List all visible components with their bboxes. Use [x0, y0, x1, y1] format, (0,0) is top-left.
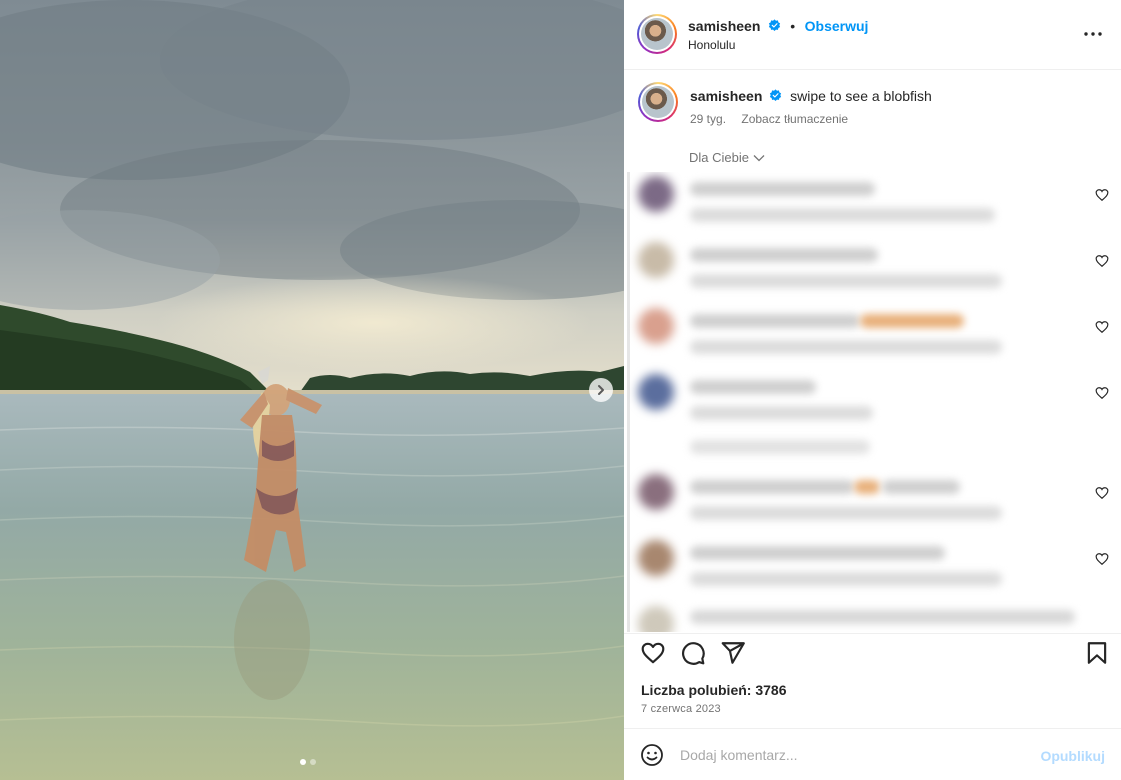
blurred-comment-text: [690, 248, 878, 262]
blurred-comment-meta: [690, 340, 1002, 354]
follow-button[interactable]: Obserwuj: [805, 18, 869, 34]
blurred-emoji: [854, 480, 880, 494]
comment-like-icon[interactable]: [1095, 486, 1109, 500]
carousel-dot: [310, 759, 316, 765]
blurred-comment-meta: [690, 274, 1002, 288]
add-comment-bar: Opublikuj: [624, 728, 1121, 780]
blurred-comment-text: [690, 182, 875, 196]
blurred-comment-text: [690, 314, 860, 328]
chevron-right-icon: [598, 385, 604, 395]
comment-like-icon[interactable]: [1095, 254, 1109, 268]
blurred-view-replies[interactable]: [690, 440, 870, 454]
verified-badge-icon: [768, 19, 780, 32]
comment-like-icon[interactable]: [1095, 386, 1109, 400]
post-side-panel: samisheen • Obserwuj Honolulu samisheen: [624, 0, 1121, 780]
heart-icon[interactable]: [640, 640, 666, 666]
comment-like-icon[interactable]: [1095, 188, 1109, 202]
caption-username[interactable]: samisheen: [690, 88, 762, 104]
carousel-dot-active: [300, 759, 306, 765]
caption-avatar[interactable]: [638, 82, 678, 122]
comment-like-icon[interactable]: [1095, 320, 1109, 334]
post-media: [0, 0, 624, 780]
blurred-comment-text: [690, 610, 1075, 624]
publish-button[interactable]: Opublikuj: [1040, 748, 1105, 764]
post-header: samisheen • Obserwuj Honolulu: [624, 0, 1121, 70]
blurred-comment-meta: [690, 208, 995, 222]
blurred-comment-text: [690, 380, 816, 394]
header-separator: •: [790, 18, 796, 34]
share-icon[interactable]: [720, 640, 746, 666]
caption-text-row: samisheen swipe to see a blobfish: [690, 88, 932, 104]
blurred-emoji: [860, 314, 964, 328]
comment-input[interactable]: [680, 741, 1030, 769]
blurred-comment-meta: [690, 406, 873, 420]
carousel-next-button[interactable]: [589, 378, 613, 402]
blurred-comment-meta: [690, 572, 1002, 586]
likes-count[interactable]: Liczba polubień: 3786: [641, 682, 786, 698]
comment-like-icon[interactable]: [1095, 552, 1109, 566]
comment-item: [624, 304, 1121, 364]
comment-avatar: [638, 308, 674, 344]
caption-body: swipe to see a blobfish: [790, 88, 932, 104]
author-avatar[interactable]: [637, 14, 677, 54]
comment-avatar: [638, 242, 674, 278]
comment-item: [624, 172, 1121, 232]
post-date[interactable]: 7 czerwca 2023: [641, 703, 721, 715]
comment-avatar: [638, 540, 674, 576]
blurred-comment-text: [690, 480, 854, 494]
blurred-comment-meta: [690, 506, 1002, 520]
post-location[interactable]: Honolulu: [688, 38, 735, 52]
comments-list[interactable]: [624, 172, 1121, 632]
avatar-image: [642, 86, 674, 118]
comment-item: [624, 370, 1121, 430]
comment-avatar: [638, 606, 674, 632]
more-options-button[interactable]: [1081, 22, 1105, 46]
more-options-icon: [1084, 32, 1102, 36]
see-translation-link[interactable]: Zobacz tłumaczenie: [741, 112, 848, 126]
caption-meta: 29 tyg. Zobacz tłumaczenie: [690, 112, 848, 126]
blurred-comment-text: [882, 480, 960, 494]
post-photo: [0, 0, 624, 780]
blurred-comment-text: [690, 546, 945, 560]
post-actions: Liczba polubień: 3786 7 czerwca 2023: [624, 633, 1121, 728]
comment-item: [624, 602, 1121, 632]
avatar-image: [641, 18, 673, 50]
emoji-icon[interactable]: [640, 743, 664, 767]
chevron-down-icon: [753, 154, 765, 161]
author-username[interactable]: samisheen: [688, 18, 760, 34]
comment-item: [624, 238, 1121, 298]
caption-age: 29 tyg.: [690, 112, 727, 126]
comment-avatar: [638, 474, 674, 510]
comment-item: [624, 536, 1121, 596]
comment-icon[interactable]: [680, 640, 706, 666]
bookmark-icon[interactable]: [1084, 640, 1110, 666]
verified-badge-icon: [770, 89, 782, 102]
comment-item: [624, 470, 1121, 530]
comment-filter-label: Dla Ciebie: [689, 150, 749, 165]
comment-avatar: [638, 374, 674, 410]
comment-filter-dropdown[interactable]: Dla Ciebie: [689, 150, 765, 165]
comment-avatar: [638, 176, 674, 212]
carousel-indicator: [300, 759, 316, 765]
